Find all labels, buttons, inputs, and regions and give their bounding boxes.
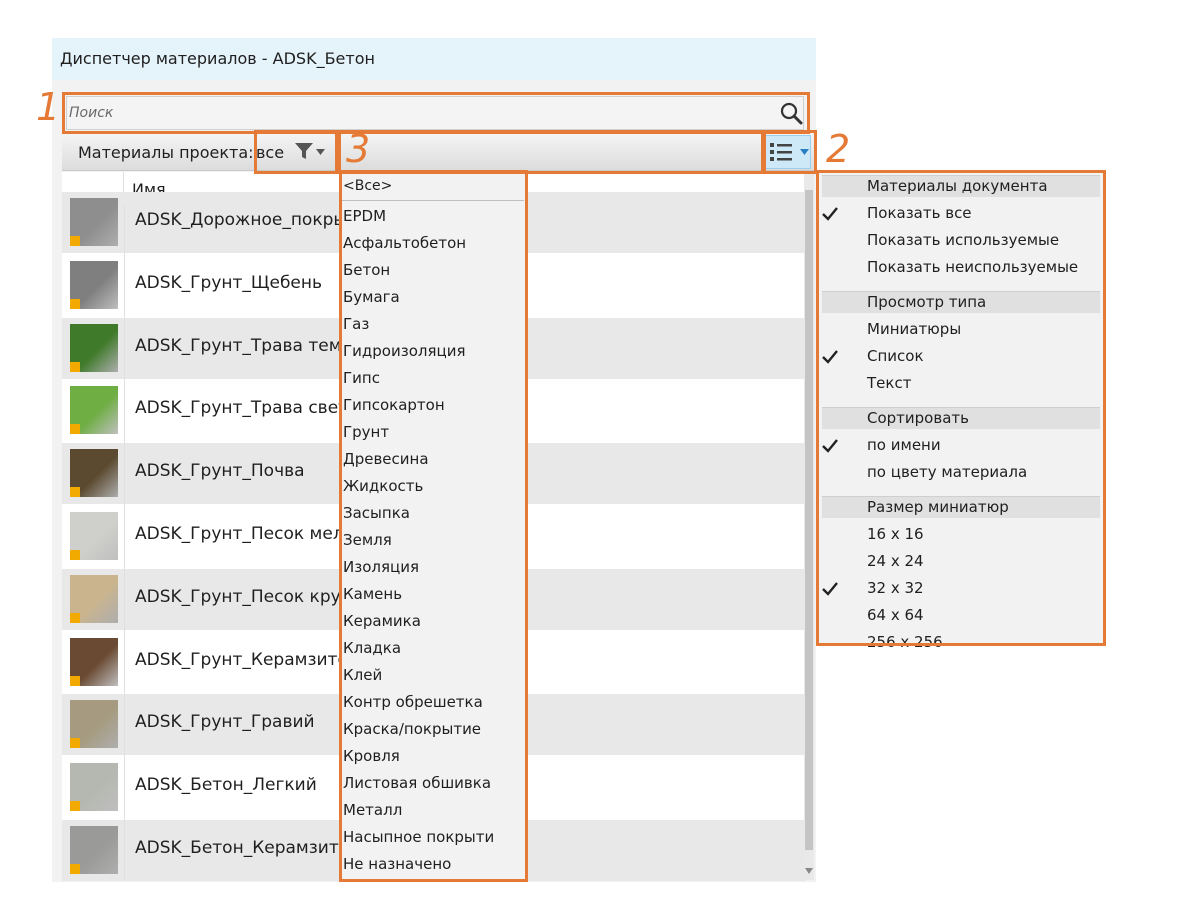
- scroll-down-icon[interactable]: [805, 866, 813, 876]
- window-title: Диспетчер материалов - ADSK_Бетон: [60, 49, 375, 68]
- material-name: ADSK_Грунт_Керамзитов: [135, 649, 358, 670]
- warning-icon: [70, 236, 80, 246]
- warning-icon: [70, 801, 80, 812]
- warning-icon: [70, 550, 80, 560]
- callout-number-3: 3: [346, 127, 371, 171]
- callout-number-2: 2: [826, 127, 851, 171]
- warning-icon: [70, 487, 80, 498]
- callout-box-toolbar: [338, 130, 764, 174]
- callout-box-search: [62, 92, 810, 134]
- callout-box-filter: [254, 130, 338, 174]
- project-materials-label: Материалы проекта:: [78, 143, 254, 162]
- material-name: ADSK_Грунт_Песок круп: [135, 586, 352, 607]
- material-name: ADSK_Дорожное_покрыт: [135, 210, 357, 230]
- warning-icon: [70, 298, 80, 309]
- material-name: ADSK_Грунт_Трава светл: [135, 398, 359, 419]
- column-divider: [124, 206, 125, 880]
- warning-icon: [70, 675, 80, 686]
- warning-icon: [70, 361, 80, 372]
- material-name: ADSK_Грунт_Щебень: [135, 272, 323, 293]
- material-name: ADSK_Бетон_Легкий: [135, 775, 317, 796]
- callout-box-view-button: [763, 130, 817, 174]
- material-name: ADSK_Грунт_Почва: [135, 461, 305, 482]
- material-name: ADSK_Грунт_Песок мелк: [135, 524, 354, 544]
- callout-box-category-list: [339, 170, 528, 882]
- warning-icon: [70, 738, 80, 749]
- callout-number-1: 1: [36, 85, 61, 129]
- material-name: ADSK_Грунт_Трава темн: [135, 335, 353, 356]
- warning-icon: [70, 864, 80, 874]
- scrollbar-thumb[interactable]: [805, 190, 813, 850]
- callout-box-view-menu: [816, 170, 1106, 646]
- warning-icon: [70, 424, 80, 435]
- material-name: ADSK_Бетон_Керамзито: [135, 838, 350, 858]
- warning-icon: [70, 612, 80, 623]
- material-name: ADSK_Грунт_Гравий: [135, 712, 315, 733]
